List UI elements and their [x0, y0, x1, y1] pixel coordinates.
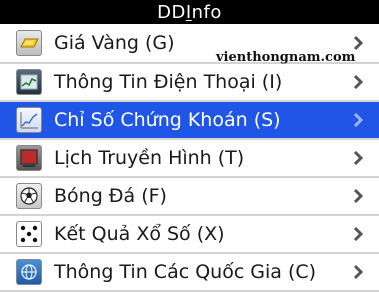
- tv-icon: [16, 145, 42, 171]
- gold-bar-icon: [16, 30, 42, 56]
- app-title-suffix: nfo: [191, 1, 222, 23]
- menu-item-tv-schedule[interactable]: Lịch Truyền Hình (T): [0, 140, 379, 178]
- watermark-text: vienthongnam.com: [216, 50, 356, 65]
- menu-item-lottery-results[interactable]: Kết Quả Xổ Số (X): [0, 216, 379, 254]
- menu-item-phone-info[interactable]: Thông Tin Điện Thoại (I): [0, 64, 379, 102]
- menu-item-country-info[interactable]: Thông Tin Các Quốc Gia (C): [0, 254, 379, 292]
- globe-icon: [16, 259, 42, 285]
- chevron-right-icon: [353, 112, 364, 128]
- chevron-right-icon: [353, 226, 364, 242]
- phone-chart-icon: [16, 69, 42, 95]
- stock-chart-icon: [16, 107, 42, 133]
- menu-item-label: Thông Tin Các Quốc Gia (C): [54, 261, 317, 283]
- menu-item-label: Lịch Truyền Hình (T): [54, 147, 245, 169]
- menu-item-label: Thông Tin Điện Thoại (I): [54, 71, 283, 93]
- menu-item-label: Bóng Đá (F): [54, 185, 167, 207]
- chevron-right-icon: [353, 150, 364, 166]
- chevron-right-icon: [353, 264, 364, 280]
- soccer-ball-icon: [16, 183, 42, 209]
- chevron-right-icon: [353, 188, 364, 204]
- menu-item-label: Chỉ Số Chứng Khoán (S): [54, 109, 281, 131]
- chevron-right-icon: [353, 74, 364, 90]
- dice-icon: [16, 221, 42, 247]
- menu-item-stock-index[interactable]: Chỉ Số Chứng Khoán (S): [0, 102, 379, 140]
- menu-item-label: Kết Quả Xổ Số (X): [54, 223, 225, 245]
- menu-item-football[interactable]: Bóng Đá (F): [0, 178, 379, 216]
- app-title-prefix: DD: [157, 1, 186, 23]
- app-title: DD Info: [0, 0, 379, 24]
- menu-item-label: Giá Vàng (G): [54, 32, 175, 54]
